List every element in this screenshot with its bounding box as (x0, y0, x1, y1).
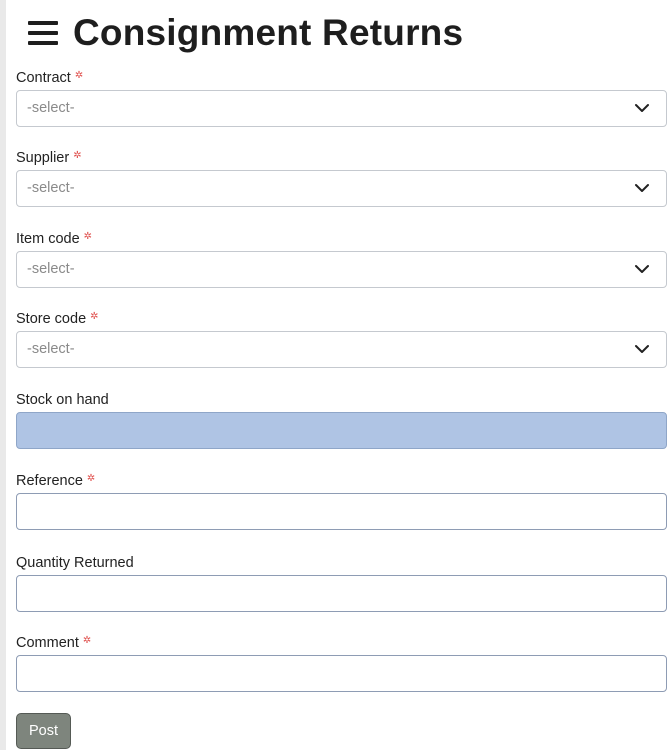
left-edge-divider (0, 0, 6, 750)
quantity-returned-input[interactable] (16, 575, 667, 612)
store-code-label: Store code ✲ (16, 311, 99, 327)
required-star-icon: ✲ (86, 473, 96, 484)
required-star-icon: ✲ (90, 311, 99, 322)
contract-select[interactable]: -select- (16, 90, 667, 127)
stock-on-hand-field: Stock on hand (16, 390, 667, 449)
stock-on-hand-input (16, 412, 667, 449)
chevron-down-icon (635, 104, 649, 112)
required-star-icon: ✲ (74, 70, 84, 81)
supplier-field: Supplier ✲ -select- (16, 148, 667, 207)
consignment-returns-form: Consignment Returns Contract ✲ -select- S… (16, 0, 667, 749)
contract-field: Contract ✲ -select- (16, 68, 667, 127)
supplier-select[interactable]: -select- (16, 170, 667, 207)
item-code-label: Item code ✲ (16, 231, 93, 247)
comment-label: Comment ✲ (16, 635, 92, 651)
contract-select-value: -select- (27, 100, 75, 116)
quantity-returned-field: Quantity Returned (16, 553, 667, 612)
page-header: Consignment Returns (16, 0, 667, 66)
reference-label: Reference ✲ (16, 473, 96, 489)
item-code-select[interactable]: -select- (16, 251, 667, 288)
comment-input[interactable] (16, 655, 667, 692)
supplier-select-value: -select- (27, 180, 75, 196)
quantity-returned-label: Quantity Returned (16, 555, 134, 571)
chevron-down-icon (635, 184, 649, 192)
contract-label: Contract ✲ (16, 70, 84, 86)
reference-field: Reference ✲ (16, 471, 667, 530)
required-star-icon: ✲ (83, 231, 93, 242)
stock-on-hand-label: Stock on hand (16, 392, 109, 408)
required-star-icon: ✲ (82, 635, 92, 646)
chevron-down-icon (635, 265, 649, 273)
item-code-select-value: -select- (27, 261, 75, 277)
chevron-down-icon (635, 345, 649, 353)
post-button[interactable]: Post (16, 713, 71, 749)
store-code-select-value: -select- (27, 341, 75, 357)
reference-input[interactable] (16, 493, 667, 530)
supplier-label: Supplier ✲ (16, 150, 82, 166)
page-title: Consignment Returns (73, 12, 464, 53)
comment-field: Comment ✲ (16, 633, 667, 692)
required-star-icon: ✲ (73, 150, 82, 161)
item-code-field: Item code ✲ -select- (16, 229, 667, 288)
hamburger-menu-icon[interactable] (28, 21, 58, 45)
store-code-select[interactable]: -select- (16, 331, 667, 368)
store-code-field: Store code ✲ -select- (16, 309, 667, 368)
